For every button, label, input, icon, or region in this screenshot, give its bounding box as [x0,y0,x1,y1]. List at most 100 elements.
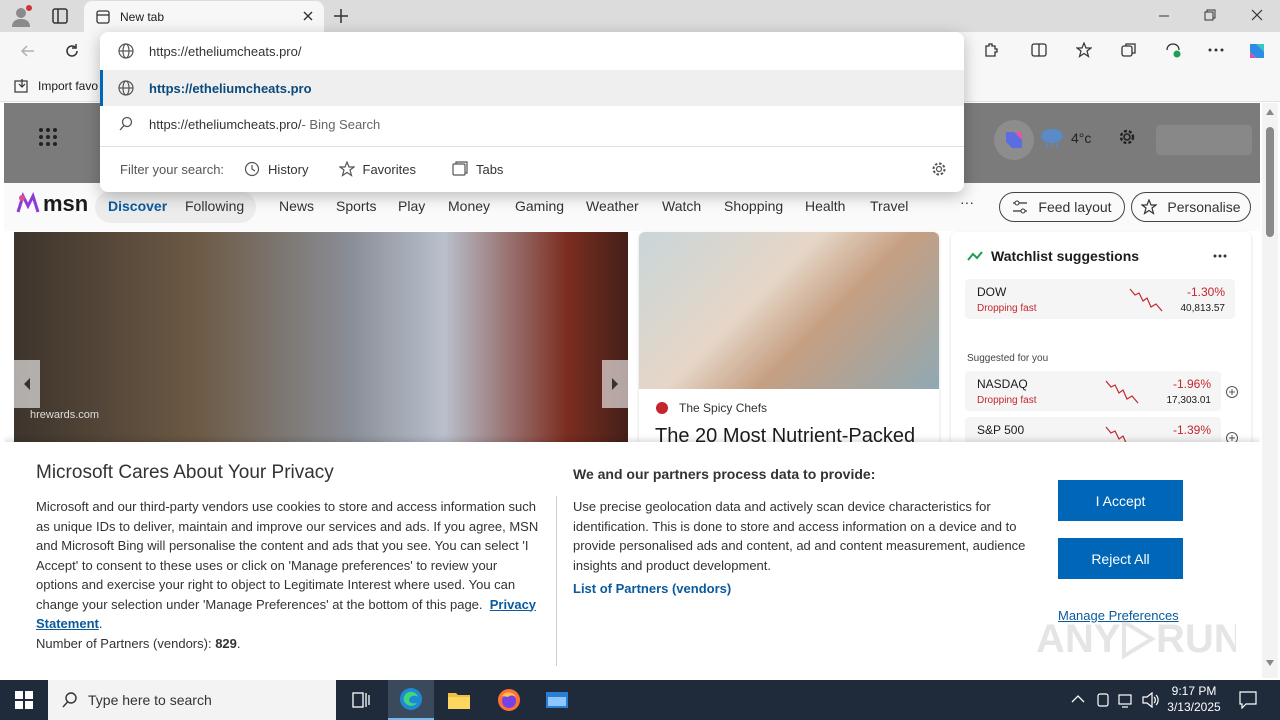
watchlist-header: Watchlist suggestions [967,248,1139,264]
collections-icon[interactable] [1121,42,1137,58]
notifications-icon[interactable] [1239,691,1257,709]
msn-logo-text: msn [43,191,89,216]
data-purpose-body: Use precise geolocation data and activel… [573,499,1026,573]
scroll-up-arrow-icon[interactable] [1266,109,1274,115]
search-settings-gear-icon[interactable] [931,161,947,177]
nav-watch[interactable]: Watch [662,198,701,214]
carousel-prev-button[interactable] [14,360,40,408]
more-options-icon[interactable] [1208,48,1224,52]
stock-value: 40,813.57 [1180,303,1226,314]
star-icon [338,161,355,177]
profile-icon[interactable] [10,5,32,27]
network-icon[interactable] [1118,692,1136,708]
reject-all-button[interactable]: Reject All [1058,538,1183,579]
settings-gear-icon[interactable] [1117,127,1137,147]
address-input-row[interactable]: https://etheliumcheats.pro/ [100,32,964,70]
sign-in-button[interactable] [1156,125,1252,155]
stock-change: -1.30% [1186,285,1225,299]
nav-shopping[interactable]: Shopping [724,198,783,214]
copilot-button[interactable] [994,120,1034,160]
watchlist-more-icon[interactable] [1213,254,1227,258]
accept-button[interactable]: I Accept [1058,480,1183,521]
nav-following[interactable]: Following [185,198,244,214]
news-card[interactable]: The Spicy Chefs The 20 Most Nutrient-Pac… [639,232,939,452]
extensions-icon[interactable] [983,42,999,58]
bing-search-suggestion[interactable]: https://etheliumcheats.pro/ - Bing Searc… [100,106,964,142]
globe-icon [118,43,134,59]
task-view-icon[interactable] [338,680,384,720]
device-icon[interactable] [1096,692,1110,708]
nav-money[interactable]: Money [448,198,490,214]
stock-row[interactable]: NASDAQ Dropping fast -1.96% 17,303.01 [965,371,1221,411]
filter-tabs[interactable]: Tabs [452,161,503,177]
show-hidden-icons-icon[interactable] [1071,694,1085,704]
clock-date: 3/13/2025 [1167,700,1221,714]
app-window-icon[interactable] [534,680,580,720]
firefox-icon[interactable] [486,680,532,720]
search-icon [62,692,78,708]
nav-more-icon[interactable]: ··· [960,194,974,210]
copilot-icon[interactable] [1246,40,1268,62]
apps-grid-icon[interactable] [38,127,58,147]
add-to-watchlist-icon[interactable] [1226,386,1238,398]
nav-weather[interactable]: Weather [586,198,639,214]
edge-taskbar-icon[interactable] [388,680,434,720]
page-scrollbar[interactable] [1262,103,1278,678]
import-favorites-item[interactable]: Import favo [14,78,98,94]
nav-travel[interactable]: Travel [870,198,908,214]
nav-health[interactable]: Health [805,198,845,214]
nav-sports[interactable]: Sports [336,198,376,214]
restore-icon[interactable] [1204,9,1216,21]
file-explorer-icon[interactable] [436,680,482,720]
clock[interactable]: 9:17 PM 3/13/2025 [1166,683,1222,715]
address-input[interactable]: https://etheliumcheats.pro/ [149,44,301,59]
divider [556,496,557,666]
card-source-name: The Spicy Chefs [679,401,768,415]
personalise-label: Personalise [1167,199,1241,215]
nav-news[interactable]: News [279,198,314,214]
stock-name: S&P 500 [977,423,1025,437]
tab-new-tab[interactable]: New tab [84,1,324,32]
volume-icon[interactable] [1142,692,1160,708]
privacy-consent-banner: Microsoft Cares About Your Privacy Micro… [4,442,1260,678]
tab-strip: New tab [0,0,1280,32]
nav-discover[interactable]: Discover [108,198,167,214]
split-screen-icon[interactable] [1031,42,1047,58]
nav-gaming[interactable]: Gaming [515,198,564,214]
trend-icon [967,250,983,262]
weather-widget[interactable]: 4°c [1039,127,1091,149]
refresh-icon[interactable] [64,43,80,59]
start-button[interactable] [0,680,48,720]
msn-logo[interactable]: msn [16,191,88,217]
scroll-down-arrow-icon[interactable] [1266,660,1274,666]
windows-taskbar: Type here to search 9:17 PM 3/13/2025 [0,680,1280,720]
watchlist-title: Watchlist suggestions [991,248,1140,264]
search-filters: Filter your search: History Favorites Ta… [120,154,503,184]
favorites-star-icon[interactable] [1076,42,1092,58]
url-suggestion-text: https://etheliumcheats.pro [149,80,312,96]
temperature: 4°c [1071,130,1092,146]
search-query: https://etheliumcheats.pro/ [149,116,302,132]
hero-carousel[interactable]: hrewards.com [14,232,628,452]
nav-play[interactable]: Play [398,198,425,214]
url-suggestion[interactable]: https://etheliumcheats.pro [100,70,964,106]
watchlist-widget: Watchlist suggestions DOW Dropping fast … [951,232,1251,457]
personalise-button[interactable]: Personalise [1131,192,1251,222]
svg-text:RUN: RUN [1156,617,1236,661]
minimize-icon[interactable] [1158,10,1170,22]
back-icon[interactable] [20,43,36,59]
close-window-icon[interactable] [1251,9,1263,21]
browser-essentials-icon[interactable] [1164,42,1182,58]
stock-row[interactable]: DOW Dropping fast -1.30% 40,813.57 [965,279,1235,319]
taskbar-search[interactable]: Type here to search [48,680,336,720]
feed-layout-button[interactable]: Feed layout [999,192,1125,222]
tab-actions-icon[interactable] [52,8,68,24]
close-tab-icon[interactable] [302,10,314,22]
new-tab-icon[interactable] [333,8,349,24]
scroll-thumb[interactable] [1266,127,1274,237]
filter-favorites[interactable]: Favorites [338,161,416,177]
privacy-title: Microsoft Cares About Your Privacy [36,462,334,483]
partners-list-link[interactable]: List of Partners (vendors) [573,581,731,596]
carousel-next-button[interactable] [602,360,628,408]
filter-history[interactable]: History [244,161,309,177]
